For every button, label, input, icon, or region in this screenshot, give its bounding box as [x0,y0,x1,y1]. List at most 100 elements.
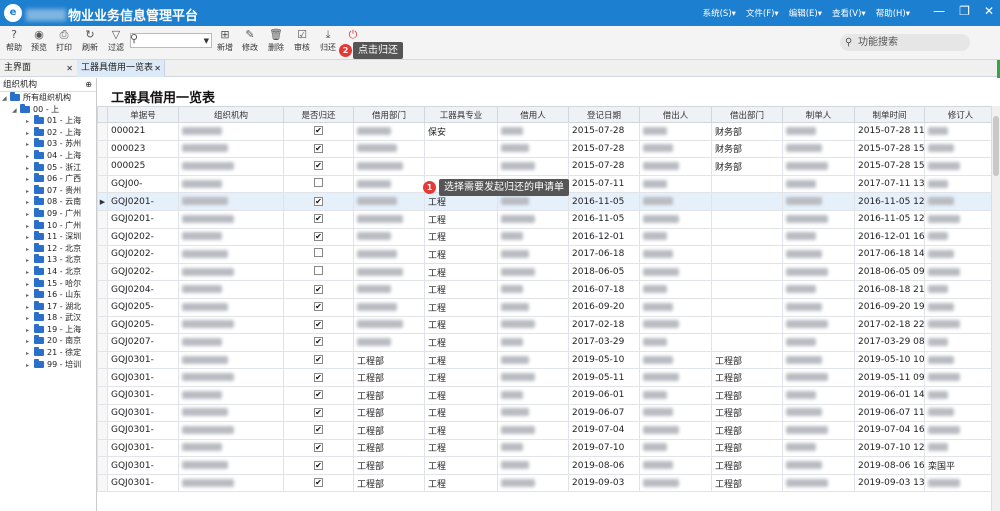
row-header[interactable] [97,456,108,475]
help-button[interactable]: ? 帮助 [3,28,25,54]
tree-node-root[interactable]: ◢ 所有组织机构 [0,92,96,104]
returned-checkbox[interactable]: ✔ [314,390,323,400]
row-header[interactable] [97,315,108,335]
row-header[interactable] [97,403,108,423]
tab-tool-borrow-list[interactable]: 工器具借用一览表 ✕ [77,60,165,77]
column-header[interactable]: 借出人 [639,106,712,123]
return-button[interactable]: ⤓ 归还 [317,28,339,54]
row-header[interactable] [97,438,108,458]
tree-node[interactable]: ▸ 02 - 上海 [0,126,96,139]
filter-button[interactable]: ▽ 过滤 [105,28,127,54]
tree-node[interactable]: ▸ 07 - 贵州 [0,184,96,197]
returned-checkbox[interactable]: ✔ [314,319,323,329]
returned-checkbox[interactable]: ✔ [314,214,323,224]
row-header[interactable] [97,421,108,440]
row-header[interactable] [97,227,108,247]
chevron-down-icon[interactable]: ▼ [204,37,209,45]
table-row[interactable]: GQJ0301- ✔ 工程部 工程 2019-08-06 工程部 2019-08-06 16… [97,456,1000,475]
returned-checkbox[interactable] [314,266,323,276]
tree-node[interactable]: ▸ 20 - 南京 [0,335,96,347]
tree-node-00[interactable]: ◢ 00 - 上 [0,103,96,116]
tree-node[interactable]: ▸ 17 - 湖北 [0,300,96,313]
row-header[interactable] [97,139,108,159]
table-row[interactable]: GQJ0301- ✔ 工程部 工程 2019-05-11 工程部 2019-05-11 09… [97,368,1000,387]
row-header[interactable] [97,297,108,317]
menu-file[interactable]: 文件(F)▾ [746,7,779,19]
tree-node[interactable]: ▸ 13 - 北京 [0,254,96,266]
column-header[interactable]: 制单时间 [854,106,925,123]
minimize-button[interactable]: — [933,4,945,18]
row-header[interactable] [97,245,108,264]
row-header[interactable] [97,280,108,299]
returned-checkbox[interactable]: ✔ [314,143,323,153]
row-header[interactable] [97,209,108,229]
tree-node[interactable]: ▸ 01 - 上海 [0,115,96,127]
tree-node[interactable]: ▸ 99 - 培训 [0,358,96,372]
returned-checkbox[interactable]: ✔ [314,196,323,206]
returned-checkbox[interactable]: ✔ [314,302,323,312]
menu-help[interactable]: 帮助(H)▾ [876,7,910,19]
tree-node[interactable]: ▸ 16 - 山东 [0,289,96,301]
pin-icon[interactable]: ⊕ [85,78,92,92]
tree-node[interactable]: ▸ 15 - 哈尔 [0,277,96,290]
delete-button[interactable]: 🗑 删除 [265,28,287,54]
modify-button[interactable]: ✎ 修改 [239,28,261,54]
restore-button[interactable]: ❐ [959,4,970,18]
returned-checkbox[interactable]: ✔ [314,126,323,136]
column-header[interactable]: 借用部门 [353,106,425,123]
row-header[interactable] [97,473,108,493]
row-header[interactable] [97,262,108,282]
returned-checkbox[interactable]: ✔ [314,355,323,365]
column-header[interactable]: 修订人 [924,106,997,123]
table-row[interactable]: GQJ0202-工程2018-06-052018-06-05 09:2018 [97,262,1000,282]
audit-button[interactable]: ☑ 审核 [291,28,313,54]
row-header[interactable] [97,122,108,141]
column-header[interactable]: 借用人 [497,106,569,123]
table-row[interactable]: GQJ0301- ✔ 工程部 工程 2019-06-01 工程部 2019-06-01 14… [97,385,1000,405]
table-row[interactable]: 000025✔2015-07-28财务部2015-07-28 15:2015 [97,157,1000,176]
column-header[interactable]: 工器具专业 [424,106,498,123]
table-row[interactable]: GQJ0301- ✔ 工程部 工程 2019-07-10 工程部 2019-07-10 12… [97,438,1000,458]
table-row[interactable]: GQJ0301- ✔ 工程部 工程 2019-09-03 工程部 2019-09-03 13… [97,473,1000,493]
tree-node[interactable]: ▸ 18 - 武汉 [0,312,96,324]
table-row[interactable]: 000021✔保安2015-07-28财务部2015-07-28 11:2015 [97,122,1000,141]
column-header[interactable]: 单据号 [107,106,179,123]
expand-icon[interactable]: ▸ [26,360,34,372]
table-row[interactable]: 000023✔2015-07-28财务部2015-07-28 15:2015 [97,139,1000,159]
row-header[interactable] [97,350,108,370]
row-header[interactable] [97,333,108,352]
returned-checkbox[interactable]: ✔ [314,231,323,241]
column-header[interactable]: 是否归还 [283,106,354,123]
tab-main[interactable]: 主界面 ✕ [0,60,76,77]
returned-checkbox[interactable]: ✔ [314,442,323,452]
tree-node[interactable]: ▸ 19 - 上海 [0,323,96,336]
function-search-input[interactable]: ⚲ 功能搜索 [840,34,970,51]
menu-system[interactable]: 系统(S)▾ [703,7,736,19]
returned-checkbox[interactable]: ✔ [314,407,323,417]
table-row[interactable]: GQJ0204-✔工程2016-07-182016-08-18 21:2016 [97,280,1000,299]
table-row[interactable]: GQJ0202-工程2017-06-182017-06-18 14:2017 [97,245,1000,264]
returned-checkbox[interactable]: ✔ [314,337,323,347]
returned-checkbox[interactable]: ✔ [314,460,323,470]
returned-checkbox[interactable] [314,178,323,188]
refresh-button[interactable]: ↻ 刷新 [79,28,101,54]
tree-node[interactable]: ▸ 03 - 苏州 [0,138,96,150]
tree-node[interactable]: ▸ 11 - 深圳 [0,231,96,243]
exit-button[interactable]: ⏻ [342,28,364,42]
returned-checkbox[interactable]: ✔ [314,372,323,382]
menu-view[interactable]: 查看(V)▾ [832,7,866,19]
tree-node[interactable]: ▸ 21 - 徐定 [0,347,96,359]
close-icon[interactable]: ✕ [66,60,73,77]
returned-checkbox[interactable] [314,248,323,258]
table-row[interactable]: GQJ0205-✔工程2016-09-202016-09-20 19:2016 [97,297,1000,317]
table-row[interactable]: GQJ0207-✔工程2017-03-292017-03-29 08:2017 [97,333,1000,352]
close-button[interactable]: ✕ [984,4,994,18]
column-header[interactable]: 登记日期 [568,106,640,123]
close-icon[interactable]: ✕ [154,60,161,77]
returned-checkbox[interactable]: ✔ [314,284,323,294]
add-button[interactable]: ⊞ 新增 [214,28,236,54]
table-row[interactable]: GQJ0301- ✔ 工程部 工程 2019-06-07 工程部 2019-06-07 11… [97,403,1000,423]
table-row[interactable]: GQJ0301- ✔ 工程部 工程 2019-07-04 工程部 2019-07-04 16… [97,421,1000,440]
returned-checkbox[interactable]: ✔ [314,425,323,435]
tree-node[interactable]: ▸ 04 - 上海 [0,149,96,162]
